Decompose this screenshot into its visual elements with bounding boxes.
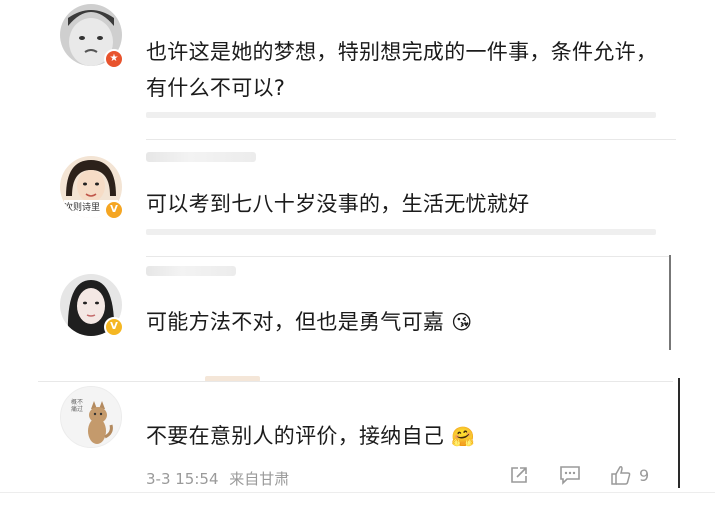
thumbs-up-icon [611, 466, 631, 485]
comment-text-body: 不要在意别人的评价，接纳自己 [146, 424, 445, 448]
avatar-cat[interactable]: 概不痛过 [60, 386, 122, 448]
like-button[interactable]: 9 [609, 464, 649, 486]
verified-v-icon: V [110, 204, 118, 215]
divider [146, 256, 671, 257]
avatar-caption: 概不痛过 [71, 399, 84, 413]
divider-ghost [146, 112, 656, 118]
star-badge-icon: ★ [109, 53, 119, 64]
blurred-reply-text [146, 152, 256, 162]
verified-badge: V [104, 200, 124, 220]
avatar-caption: 次则诗里 [64, 203, 101, 213]
comment-date: 3-3 15:54 [146, 470, 219, 488]
scrollbar[interactable] [669, 255, 671, 350]
comment-button[interactable] [558, 464, 582, 486]
verified-badge: V [104, 317, 124, 337]
divider-ghost [146, 229, 656, 235]
comment-meta: 3-3 15:54 来自甘肃 [146, 468, 295, 489]
comment-text: 也许这是她的梦想，特别想完成的一件事，条件允许，有什么不可以? [146, 40, 658, 100]
share-button[interactable] [508, 464, 530, 486]
scrollbar[interactable] [678, 378, 680, 488]
like-count: 9 [639, 465, 650, 485]
cat-illustration-icon [61, 387, 121, 447]
comment-list: ★ 也许这是她的梦想，特别想完成的一件事，条件允许，有什么不可以? 次则诗里 V… [0, 0, 715, 506]
comment-text-body: 可能方法不对，但也是勇气可嘉 [146, 310, 445, 334]
divider [38, 381, 673, 382]
comment-location: 来自甘肃 [229, 470, 290, 488]
comment-icon [560, 466, 580, 485]
bottom-divider [0, 492, 715, 493]
comment-text: 可以考到七八十岁没事的，生活无忧就好 [146, 192, 530, 216]
comment-text: 不要在意别人的评价，接纳自己 🤗 [146, 418, 475, 455]
share-icon [511, 467, 527, 483]
blurred-reply-text [146, 266, 236, 276]
level-badge: ★ [104, 49, 124, 69]
comment-text: 可能方法不对，但也是勇气可嘉 😘 [146, 304, 472, 340]
divider [146, 139, 676, 140]
hugging-emoji-icon: 🤗 [451, 426, 476, 448]
blowing-kiss-emoji-icon: 😘 [451, 310, 473, 334]
verified-v-icon: V [110, 321, 118, 332]
